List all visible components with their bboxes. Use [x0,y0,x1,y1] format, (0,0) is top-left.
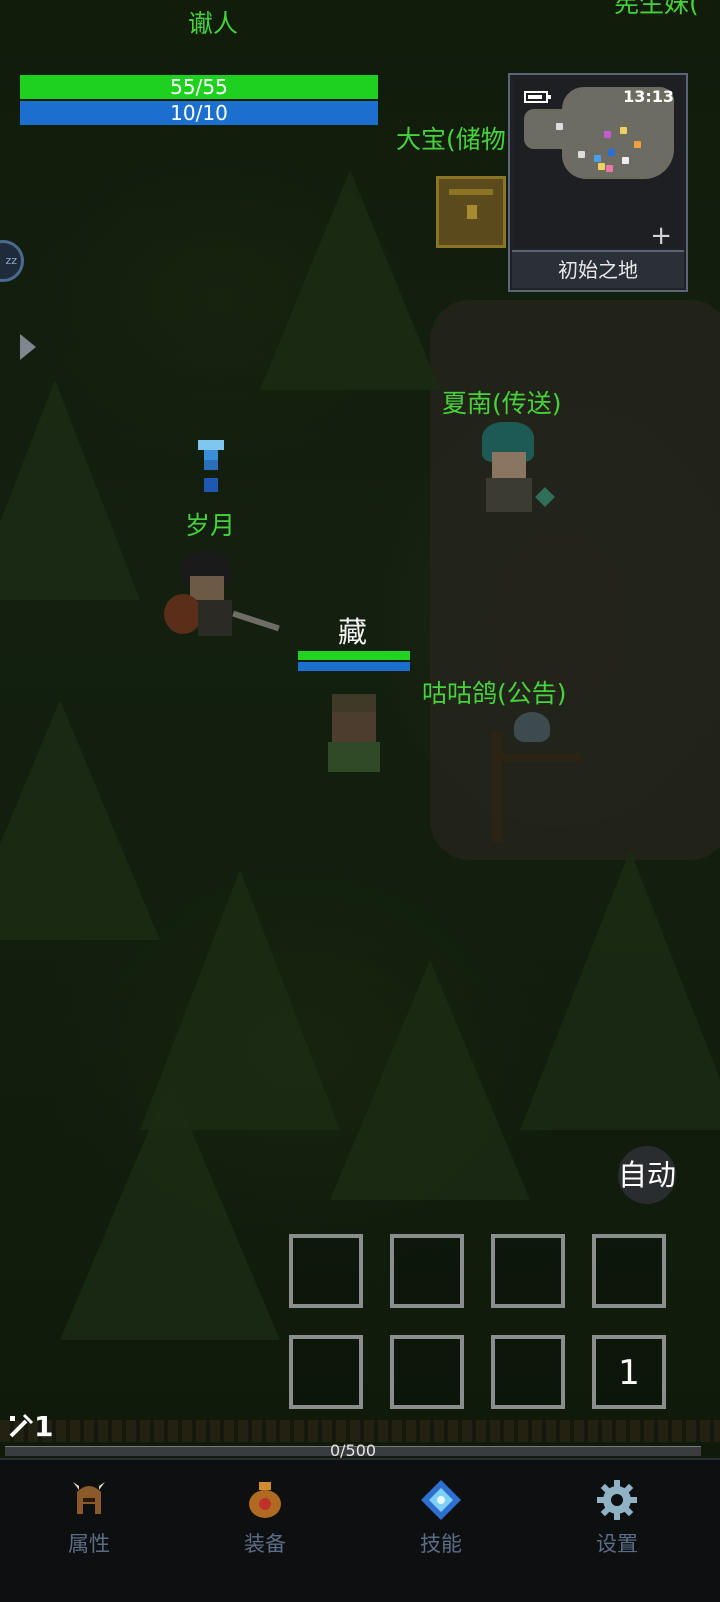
quest-mark-icon [198,440,224,492]
npc-face [492,452,526,478]
tree [520,850,720,1130]
minimap-marker [608,149,615,156]
hotbar-slot[interactable]: 1 [592,1335,666,1409]
minimap-marker [634,141,641,148]
hotbar-slot[interactable] [491,1234,565,1308]
nav-label: 技能 [420,1532,462,1556]
minimap-marker [556,123,563,130]
player-name: 谳人 [188,9,239,38]
chest-lock [467,205,477,219]
quest-mark-dot [204,478,218,492]
quest-mark-mid [204,450,218,460]
npc-top-right-name: 宪生妹( [614,0,699,18]
nav-skills[interactable]: 技能 [381,1478,501,1558]
player-mp-bar: 10/10 [20,101,378,125]
hotbar-slot[interactable] [390,1234,464,1308]
signpost [492,732,502,842]
npc-storage-name: 大宝(储物 [396,125,506,154]
player-shield [164,594,202,634]
other-player-name: 岁月 [185,511,236,540]
nav-label: 设置 [596,1532,638,1556]
location-name: 初始之地 [512,250,684,288]
wand-icon [9,1413,34,1438]
hotbar-slot-count: 1 [618,1353,640,1393]
minimap-marker [598,163,605,170]
gear-icon [595,1478,639,1522]
hotbar-slot[interactable] [289,1234,363,1308]
player-hp-bar: 55/55 [20,75,378,99]
signpost-arm [492,754,580,762]
player-sword [232,610,280,632]
tree [0,700,160,940]
npc-announce-name: 咕咕鸽(公告) [422,679,567,708]
battery-icon [524,91,551,103]
npc-staff-gem [535,487,555,507]
enemy-sprite[interactable] [318,690,394,780]
nav-label: 属性 [68,1532,110,1556]
player-mp-text: 10/10 [170,101,228,125]
side-panel-arrow-icon[interactable] [20,334,36,360]
nav-label: 装备 [244,1532,286,1556]
enemy-face [332,712,376,742]
player-body [198,600,232,636]
auto-button[interactable]: 自动 [618,1146,676,1204]
bottom-nav: 属性 装备 技能 设置 [0,1458,720,1602]
bag-icon [243,1478,287,1522]
hotbar-slot[interactable] [390,1335,464,1409]
hotbar-slot[interactable] [289,1335,363,1409]
npc-announce-sprite[interactable] [488,706,584,846]
fence [0,1420,720,1442]
player-hp-text: 55/55 [170,75,228,99]
enemy-hp-bar [298,651,410,660]
tree [330,960,530,1200]
minimap-area[interactable]: 13:13 + [514,79,682,249]
nav-settings[interactable]: 设置 [557,1478,677,1558]
pigeon [514,712,550,742]
minimap[interactable]: 13:13 + 初始之地 [508,73,688,292]
wand-count-value: 1 [34,1410,54,1443]
hotbar-slot[interactable] [491,1335,565,1409]
helmet-icon [67,1478,111,1522]
minimap-marker [604,131,611,138]
enemy-body [328,742,380,772]
clock-time: 13:13 [623,87,674,106]
other-player-sprite[interactable] [162,548,282,648]
storage-chest[interactable] [436,176,506,248]
tree [260,170,440,390]
minimap-marker [594,155,601,162]
nav-equipment[interactable]: 装备 [205,1478,325,1558]
npc-body [486,478,532,512]
chest-trim [449,189,493,195]
skill-gem-icon [419,1478,463,1522]
enemy-mp-bar [298,662,410,671]
minimap-marker [620,127,627,134]
quest-mark-top [198,440,224,450]
minimap-marker [606,165,613,172]
minimap-marker [578,151,585,158]
minimap-marker [622,157,629,164]
player-face [190,576,224,600]
quest-mark-low [204,460,218,470]
npc-teleport-sprite[interactable] [468,418,560,522]
wand-counter: 1 [8,1410,53,1443]
minimap-zoom-button[interactable]: + [650,223,672,249]
nav-attributes[interactable]: 属性 [29,1478,149,1558]
hotbar-slot[interactable] [592,1234,666,1308]
npc-teleport-name: 夏南(传送) [442,389,562,418]
enemy-name: 藏 [338,615,368,649]
tree [0,380,140,600]
enemy-hair [332,694,376,714]
